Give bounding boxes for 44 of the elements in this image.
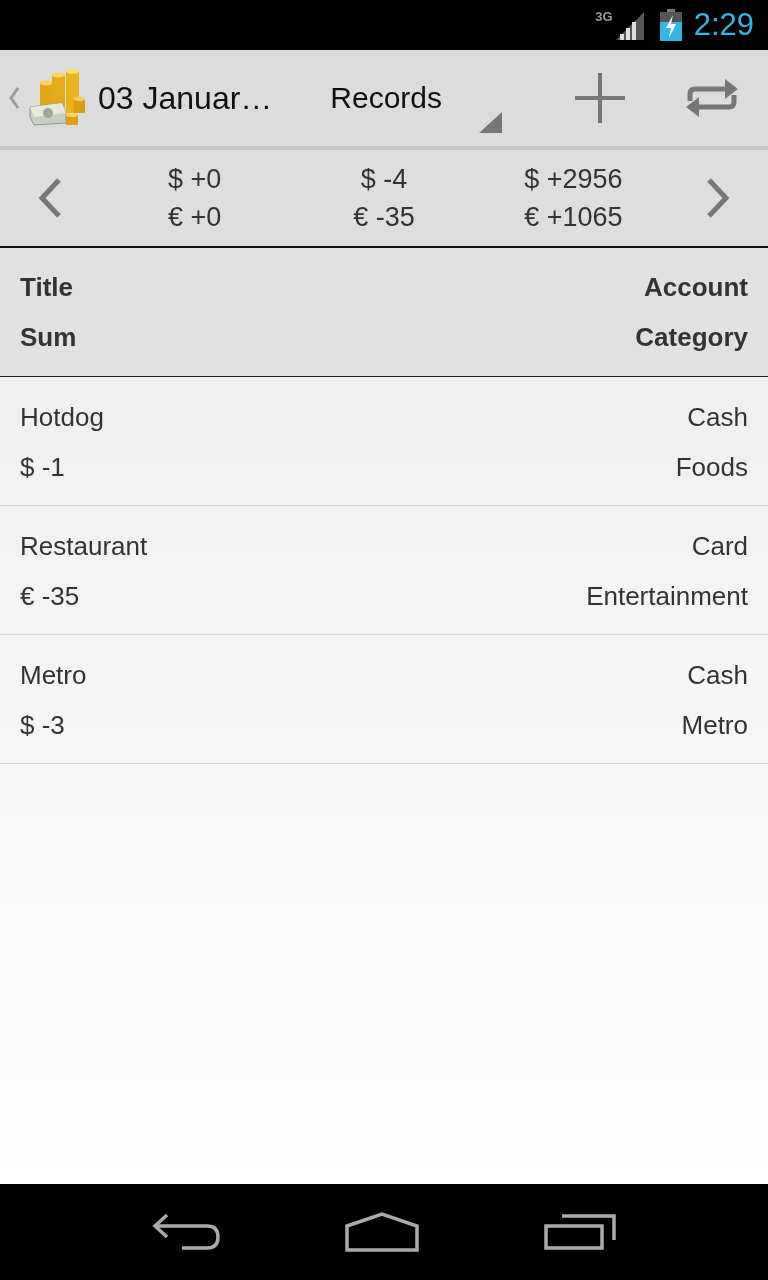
chevron-right-icon xyxy=(706,178,730,218)
summary-amount: € +0 xyxy=(168,201,222,234)
summary-amount: $ +0 xyxy=(168,163,222,196)
record-title: Restaurant xyxy=(20,530,148,562)
home-button[interactable] xyxy=(345,1212,419,1252)
record-sum: $ -1 xyxy=(20,451,65,483)
network-type-label: 3G xyxy=(595,9,613,24)
column-header: Account xyxy=(644,271,748,303)
record-title: Metro xyxy=(20,659,87,691)
summary-amount: € -35 xyxy=(353,201,415,234)
home-icon xyxy=(345,1212,419,1252)
summary-amount: € +1065 xyxy=(524,201,623,234)
column-header: Sum xyxy=(20,321,77,353)
record-row[interactable]: Metro Cash $ -3 Metro xyxy=(0,635,768,764)
record-category: Entertainment xyxy=(586,580,748,612)
recents-button[interactable] xyxy=(543,1214,616,1250)
home-up-button[interactable]: 03 Januar… xyxy=(0,50,273,146)
record-sum: € -35 xyxy=(20,580,80,612)
back-button[interactable] xyxy=(152,1214,221,1250)
repeat-arrows-icon xyxy=(685,77,739,119)
chevron-left-icon xyxy=(38,178,62,218)
record-account: Cash xyxy=(687,401,748,433)
plus-icon xyxy=(575,73,625,123)
spinner-triangle-icon xyxy=(479,112,503,133)
record-row[interactable]: Hotdog Cash $ -1 Foods xyxy=(0,377,768,506)
record-category: Foods xyxy=(675,451,748,483)
summary-amount: $ +2956 xyxy=(524,163,623,196)
record-row[interactable]: Restaurant Card € -35 Entertainment xyxy=(0,506,768,635)
record-category: Metro xyxy=(681,709,748,741)
column-header: Category xyxy=(635,321,748,353)
summary-amount: $ -4 xyxy=(360,163,408,196)
record-account: Card xyxy=(691,530,748,562)
record-account: Cash xyxy=(687,659,748,691)
back-arrow-icon xyxy=(152,1214,221,1250)
money-coins-icon xyxy=(28,69,86,127)
battery-charging-icon xyxy=(659,9,682,41)
date-title: 03 Januar… xyxy=(98,79,273,117)
record-title: Hotdog xyxy=(20,401,104,433)
column-header: Title xyxy=(20,271,73,303)
caret-left-icon xyxy=(8,87,20,109)
view-spinner[interactable]: Records xyxy=(316,50,503,146)
recent-apps-icon xyxy=(543,1214,616,1250)
clock-time: 2:29 xyxy=(693,7,754,43)
record-sum: $ -3 xyxy=(20,709,65,741)
